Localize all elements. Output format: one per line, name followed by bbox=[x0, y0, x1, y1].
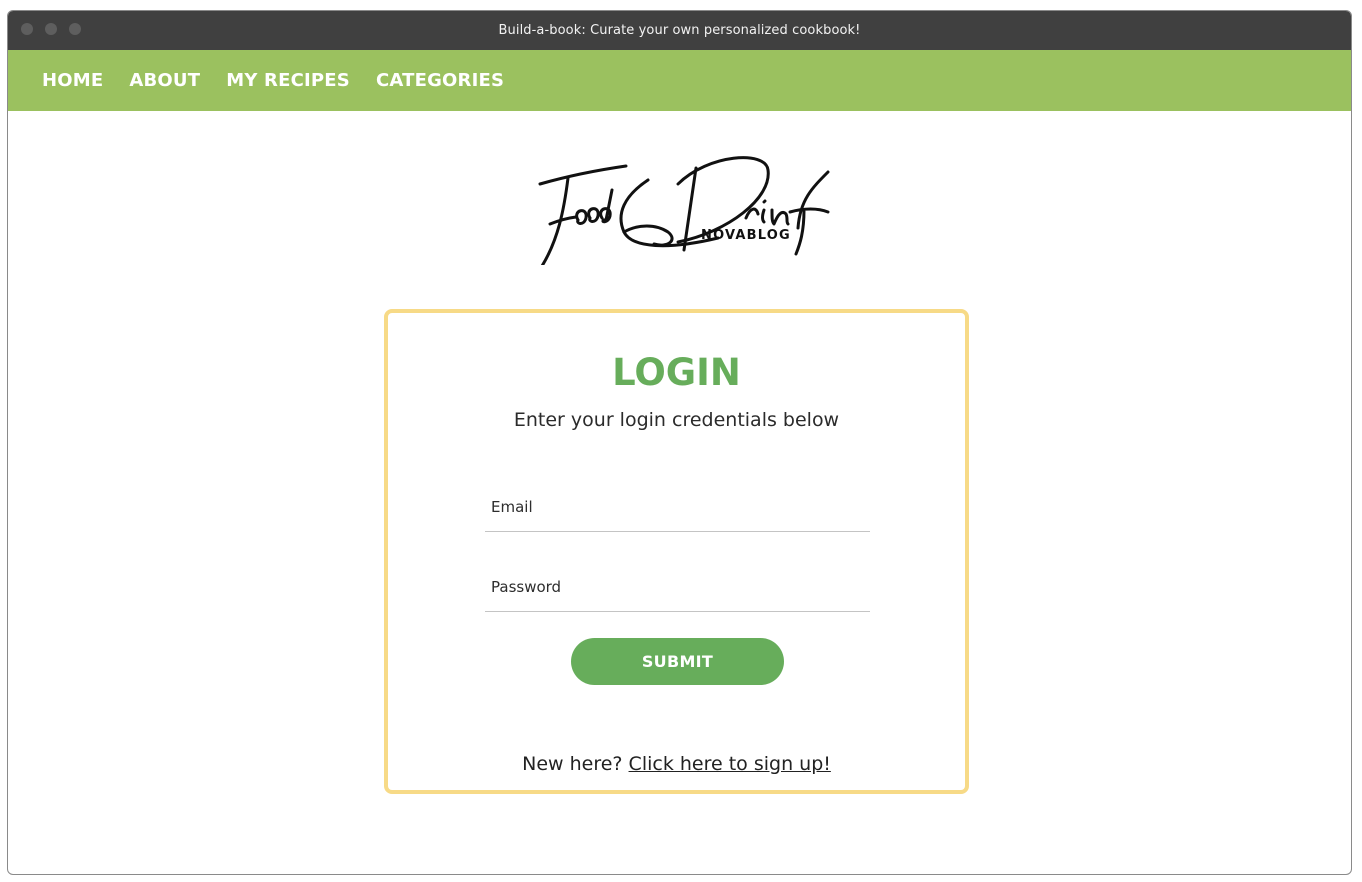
signup-prompt-text: New here? bbox=[522, 753, 623, 775]
logo-script-icon bbox=[538, 156, 830, 268]
minimize-window-icon[interactable] bbox=[45, 23, 57, 35]
login-subtitle: Enter your login credentials below bbox=[513, 409, 840, 431]
login-title: LOGIN bbox=[612, 351, 741, 394]
window-controls bbox=[21, 23, 81, 35]
main-navbar: HOME ABOUT MY RECIPES CATEGORIES bbox=[8, 50, 1351, 111]
nav-item-about[interactable]: ABOUT bbox=[129, 70, 200, 91]
nav-item-categories[interactable]: CATEGORIES bbox=[376, 70, 504, 91]
logo-caption: NOVABLOG bbox=[701, 228, 791, 243]
email-field[interactable] bbox=[485, 482, 870, 532]
submit-button[interactable]: SUBMIT bbox=[571, 638, 784, 685]
password-field[interactable] bbox=[485, 562, 870, 612]
login-card: LOGIN Enter your login credentials below… bbox=[384, 309, 969, 794]
food-drink-logo: NOVABLOG bbox=[528, 140, 838, 268]
signup-link[interactable]: Click here to sign up! bbox=[629, 753, 831, 775]
window-title: Build-a-book: Curate your own personaliz… bbox=[498, 23, 861, 38]
signup-prompt: New here? Click here to sign up! bbox=[388, 753, 965, 775]
close-window-icon[interactable] bbox=[21, 23, 33, 35]
nav-item-home[interactable]: HOME bbox=[42, 70, 103, 91]
title-bar: Build-a-book: Curate your own personaliz… bbox=[8, 11, 1351, 50]
maximize-window-icon[interactable] bbox=[69, 23, 81, 35]
nav-item-my-recipes[interactable]: MY RECIPES bbox=[226, 70, 350, 91]
